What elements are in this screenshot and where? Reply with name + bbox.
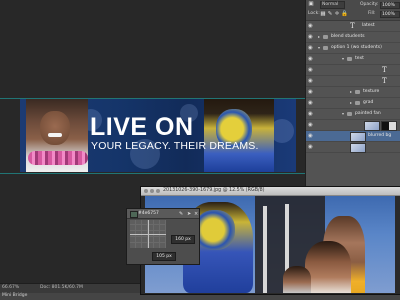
- blend-mode-dropdown[interactable]: Normal: [320, 1, 345, 9]
- height-value: 105 px: [152, 252, 176, 261]
- lock-label: Lock:: [308, 11, 320, 16]
- eye-icon[interactable]: ◉: [308, 144, 314, 150]
- layer-row[interactable]: ◉ T latest: [306, 21, 400, 32]
- image-window-titlebar[interactable]: 20131026-390-1679.jpg @ 12.5% (RGB/8): [141, 187, 400, 196]
- opacity-label: Opacity:: [360, 2, 379, 7]
- eye-icon[interactable]: ◉: [308, 89, 314, 95]
- layer-row[interactable]: ◉ ▾ option 1 (wo students): [306, 43, 400, 54]
- banner-subtitle-text: YOUR LEGACY. THEIR DREAMS.: [91, 140, 259, 152]
- text-layer-icon: T: [382, 77, 387, 85]
- zoom-level[interactable]: 66.67%: [2, 285, 19, 290]
- flower-lei: [28, 151, 88, 165]
- folder-icon: [355, 101, 360, 105]
- layer-name: grad: [363, 100, 374, 105]
- info-panel-header: #4e6757 ✎ ➤ ×: [127, 209, 199, 219]
- student-smile: [48, 133, 62, 137]
- fill-input[interactable]: 100%: [380, 11, 400, 18]
- layer-mask-thumbnail[interactable]: [381, 121, 397, 131]
- eye-icon[interactable]: ◉: [308, 100, 314, 106]
- width-value: 160 px: [171, 235, 195, 244]
- eye-icon[interactable]: ◉: [308, 122, 314, 128]
- layer-row-selected[interactable]: ◉ blurred bg: [306, 131, 400, 142]
- guide-line-bottom[interactable]: [0, 173, 305, 174]
- color-swatch[interactable]: [130, 211, 138, 218]
- layer-name: texture: [363, 89, 380, 94]
- eye-icon[interactable]: ◉: [308, 111, 314, 117]
- layer-row[interactable]: ◉ ▸ blend students: [306, 32, 400, 43]
- eye-icon[interactable]: ◉: [308, 67, 314, 73]
- eye-icon[interactable]: ◉: [308, 45, 314, 51]
- fill-label: Fill:: [368, 11, 376, 16]
- smiling-fan: [305, 241, 351, 293]
- zoom-window-icon[interactable]: [156, 189, 160, 193]
- layer-row[interactable]: ◉ ▾ painted fan: [306, 109, 400, 120]
- expand-caret-icon[interactable]: ▾: [342, 56, 344, 62]
- layer-name: text: [355, 56, 364, 61]
- layer-row[interactable]: ◉: [306, 120, 400, 131]
- layer-name: blend students: [331, 34, 365, 39]
- eye-icon[interactable]: ◉: [308, 23, 314, 29]
- layer-name: latest: [362, 23, 375, 28]
- layer-row[interactable]: ◉: [306, 142, 400, 153]
- crosshair-horizontal: [130, 234, 166, 235]
- collapse-caret-icon[interactable]: ▸: [350, 100, 352, 106]
- collapse-caret-icon[interactable]: ▸: [350, 89, 352, 95]
- layers-panel-header: ▣ Normal Opacity: 100% Lock: ▦ ✎ ✛ 🔒 Fil…: [306, 0, 400, 21]
- layer-row[interactable]: ◉ ▸ texture: [306, 87, 400, 98]
- document-size-info[interactable]: Doc: 801.5K/60.7M: [40, 285, 83, 290]
- expand-caret-icon[interactable]: ▾: [318, 45, 320, 51]
- layer-row[interactable]: ◉ ▸ grad: [306, 98, 400, 109]
- eyedropper-icon[interactable]: ✎: [179, 211, 183, 217]
- layer-thumbnail: [364, 121, 380, 131]
- eye-icon[interactable]: ◉: [308, 78, 314, 84]
- stadium-rail: [263, 206, 267, 293]
- eye-icon[interactable]: ◉: [308, 133, 314, 139]
- banner-title-text: LIVE ON: [90, 113, 194, 141]
- text-layer-icon: T: [382, 66, 387, 74]
- hex-color-value: #4e6757: [138, 211, 159, 216]
- arrow-pointer-icon[interactable]: ➤: [187, 211, 191, 217]
- lock-all-icon[interactable]: 🔒: [341, 11, 348, 17]
- layer-thumbnail: [350, 143, 366, 153]
- fan-background: [283, 266, 311, 293]
- folder-icon: [323, 35, 328, 39]
- layer-row[interactable]: ◉ T: [306, 76, 400, 87]
- close-icon[interactable]: ×: [194, 211, 198, 217]
- close-window-icon[interactable]: [144, 189, 148, 193]
- folder-icon: [323, 46, 328, 50]
- painted-fan-face: [195, 210, 235, 250]
- student-face: [40, 111, 70, 145]
- lock-image-pixels-icon[interactable]: ✎: [327, 11, 333, 17]
- folder-icon: [355, 90, 360, 94]
- layer-row[interactable]: ◉ T: [306, 65, 400, 76]
- image-window-title: 20131026-390-1679.jpg @ 12.5% (RGB/8): [163, 188, 265, 193]
- info-panel[interactable]: #4e6757 ✎ ➤ × 160 px 105 px: [126, 208, 200, 265]
- eye-icon[interactable]: ◉: [308, 34, 314, 40]
- folder-icon: [347, 57, 352, 61]
- mini-bridge-tab[interactable]: Mini Bridge: [2, 293, 27, 298]
- lock-position-icon[interactable]: ✛: [334, 11, 340, 17]
- expand-caret-icon[interactable]: ▾: [342, 111, 344, 117]
- lock-transparent-pixels-icon[interactable]: ▦: [320, 11, 326, 17]
- filter-kind-icon[interactable]: ▣: [308, 1, 314, 7]
- text-layer-icon: T: [350, 22, 355, 30]
- layer-name: option 1 (wo students): [331, 45, 382, 50]
- layer-name: blurred bg: [368, 133, 392, 138]
- layer-row[interactable]: ◉ ▾ text: [306, 54, 400, 65]
- collapse-caret-icon[interactable]: ▸: [318, 34, 320, 40]
- layer-thumbnail: [350, 132, 366, 142]
- opacity-input[interactable]: 100%: [380, 2, 400, 9]
- eye-icon[interactable]: ◉: [308, 56, 314, 62]
- folder-icon: [347, 112, 352, 116]
- minimize-window-icon[interactable]: [150, 189, 154, 193]
- layer-name: painted fan: [355, 111, 381, 116]
- banner-artwork[interactable]: LIVE ON YOUR LEGACY. THEIR DREAMS.: [20, 99, 296, 172]
